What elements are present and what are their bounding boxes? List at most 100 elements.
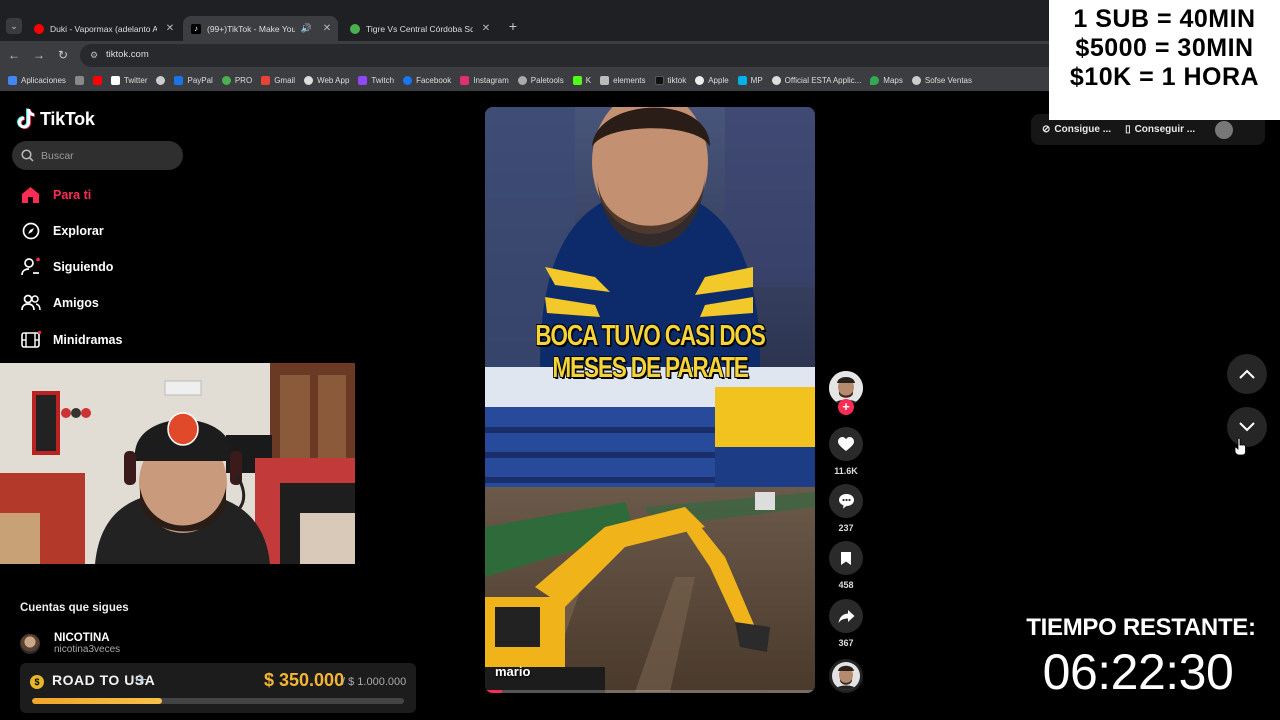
browser-tab-youtube[interactable]: Duki - Vapormax (adelanto ATM ✕ xyxy=(26,16,181,41)
profile-avatar[interactable] xyxy=(1215,120,1234,139)
pill-label: Conseguir ... xyxy=(1134,124,1196,135)
money-bag-icon: $ xyxy=(30,675,44,689)
nav-label: Minidramas xyxy=(53,333,123,347)
share-arrow-icon[interactable] xyxy=(829,599,863,633)
bookmark-mp[interactable]: MP xyxy=(737,75,763,85)
comment-count: 237 xyxy=(838,523,854,533)
bookmark-icon[interactable] xyxy=(829,541,863,575)
bookmark-gmail[interactable]: Gmail xyxy=(261,75,295,85)
bookmark-item[interactable] xyxy=(92,75,102,85)
url-text: tiktok.com xyxy=(106,49,149,60)
bookmark-esta[interactable]: Official ESTA Applic... xyxy=(771,75,861,85)
streamer-webcam xyxy=(0,363,355,564)
get-coins-button[interactable]: ⊘ Consigue ... xyxy=(1042,124,1111,135)
speaker-icon[interactable]: 🔊 xyxy=(301,23,312,34)
facebook-icon xyxy=(403,75,413,85)
logo-text: TikTok xyxy=(40,108,95,129)
bookmark-paypal[interactable]: PayPal xyxy=(174,75,213,85)
next-video-button[interactable] xyxy=(1227,407,1267,447)
tiktok-logo[interactable]: TikTok xyxy=(17,108,95,130)
bookmark-facebook[interactable]: Facebook xyxy=(403,75,451,85)
film-icon xyxy=(20,330,41,351)
bookmark-label: Instagram xyxy=(473,75,509,85)
x-logo-icon xyxy=(110,75,120,85)
get-app-button[interactable]: ▯ Conseguir ... xyxy=(1125,124,1195,135)
nav-item-minidramas[interactable]: Minidramas xyxy=(20,328,122,352)
video-progress-bar[interactable] xyxy=(485,690,815,693)
bookmark-apps[interactable]: Aplicaciones xyxy=(8,75,66,85)
account-name: NICOTINA xyxy=(54,632,110,644)
globe-icon xyxy=(517,75,527,85)
follow-plus-button[interactable]: + xyxy=(838,399,854,415)
road-progress-bar xyxy=(32,698,404,704)
globe-icon xyxy=(771,75,781,85)
save-action[interactable]: 458 xyxy=(829,541,863,590)
globe-icon xyxy=(350,23,360,34)
user-follow-icon xyxy=(20,257,41,278)
address-bar[interactable]: ⚙ tiktok.com xyxy=(80,44,1060,67)
like-action[interactable]: 11.6K xyxy=(829,427,863,476)
close-tab-icon[interactable]: ✕ xyxy=(320,23,334,34)
bookmark-k[interactable]: K xyxy=(572,75,591,85)
music-disc-icon[interactable] xyxy=(829,659,863,693)
caption-line: MESES DE PARATE xyxy=(552,352,748,384)
reload-icon[interactable]: ↻ xyxy=(55,47,71,63)
back-arrow-icon[interactable]: ← xyxy=(6,47,22,63)
bookmark-pro[interactable]: PRO xyxy=(221,75,252,85)
bookmark-item[interactable] xyxy=(74,75,84,85)
previous-video-button[interactable] xyxy=(1227,354,1267,394)
airplane-icon: ✈ xyxy=(135,672,148,689)
bookmark-elements[interactable]: elements xyxy=(600,75,646,85)
video-frame xyxy=(485,107,815,693)
account-handle: nicotina3veces xyxy=(54,644,121,655)
bookmark-twitter[interactable]: Twitter xyxy=(110,75,147,85)
search-input[interactable]: Buscar xyxy=(12,141,183,170)
timer-label: TIEMPO RESTANTE: xyxy=(1026,614,1256,641)
comment-icon[interactable] xyxy=(829,484,863,518)
video-author[interactable]: mario xyxy=(495,664,530,679)
bookmark-item[interactable] xyxy=(156,75,166,85)
forward-arrow-icon[interactable]: → xyxy=(31,47,47,63)
caption-line: BOCA TUVO CASI DOS xyxy=(535,320,766,352)
nav-item-amigos[interactable]: Amigos xyxy=(20,291,99,315)
bookmark-twitch[interactable]: Twitch xyxy=(358,75,394,85)
video-caption: BOCA TUVO CASI DOS MESES DE PARATE xyxy=(521,320,778,384)
share-action[interactable]: 367 xyxy=(829,599,863,648)
road-to-usa-goal-widget: $ ROAD TO USA ✈ $ 350.000 / $ 1.000.000 xyxy=(20,663,416,713)
browser-tab-tigre[interactable]: Tigre Vs Central Córdoba SdE ✕ xyxy=(342,16,497,41)
grid-icon xyxy=(8,75,17,85)
share-count: 367 xyxy=(838,638,854,648)
video-player[interactable]: BOCA TUVO CASI DOS MESES DE PARATE mario xyxy=(485,107,815,693)
bookmark-sofse[interactable]: Sofse Ventas xyxy=(911,75,972,85)
close-tab-icon[interactable]: ✕ xyxy=(163,23,177,34)
coin-icon: ⊘ xyxy=(1042,124,1051,135)
bookmark-webapp[interactable]: Web App xyxy=(304,75,350,85)
bookmark-paletools[interactable]: Paletools xyxy=(517,75,564,85)
bookmark-apple[interactable]: Apple xyxy=(695,75,729,85)
browser-tab-tiktok[interactable]: ♪ (99+)TikTok - Make Your Da 🔊 ✕ xyxy=(183,16,338,41)
bookmark-label: MP xyxy=(750,75,763,85)
phone-icon: ▯ xyxy=(1125,124,1131,135)
bookmark-instagram[interactable]: Instagram xyxy=(460,75,509,85)
heart-icon[interactable] xyxy=(829,427,863,461)
nav-item-para-ti[interactable]: Para ti xyxy=(20,183,91,207)
bookmark-tiktok[interactable]: tiktok xyxy=(654,75,686,85)
site-info-icon[interactable]: ⚙ xyxy=(88,49,100,61)
close-tab-icon[interactable]: ✕ xyxy=(479,23,493,34)
mercadopago-icon xyxy=(737,75,747,85)
chevron-up-icon xyxy=(1239,369,1255,379)
goal-line: $5000 = 30MIN xyxy=(1075,34,1254,62)
nav-item-explorar[interactable]: Explorar xyxy=(20,219,104,243)
tab-search-button[interactable]: ⌄ xyxy=(6,18,22,34)
bookmark-maps[interactable]: Maps xyxy=(870,75,903,85)
instagram-icon xyxy=(460,75,470,85)
bookmark-label: PayPal xyxy=(187,75,213,85)
following-account-item[interactable]: NICOTINA nicotina3veces xyxy=(20,632,120,655)
nav-item-siguiendo[interactable]: Siguiendo xyxy=(20,255,113,279)
comment-action[interactable]: 237 xyxy=(829,484,863,533)
new-tab-button[interactable]: + xyxy=(505,18,521,34)
hand-cursor-icon xyxy=(1234,438,1246,456)
nav-label: Para ti xyxy=(53,188,92,202)
bookmark-label: Web App xyxy=(317,75,350,85)
tab-title: Duki - Vapormax (adelanto ATM xyxy=(50,23,157,34)
